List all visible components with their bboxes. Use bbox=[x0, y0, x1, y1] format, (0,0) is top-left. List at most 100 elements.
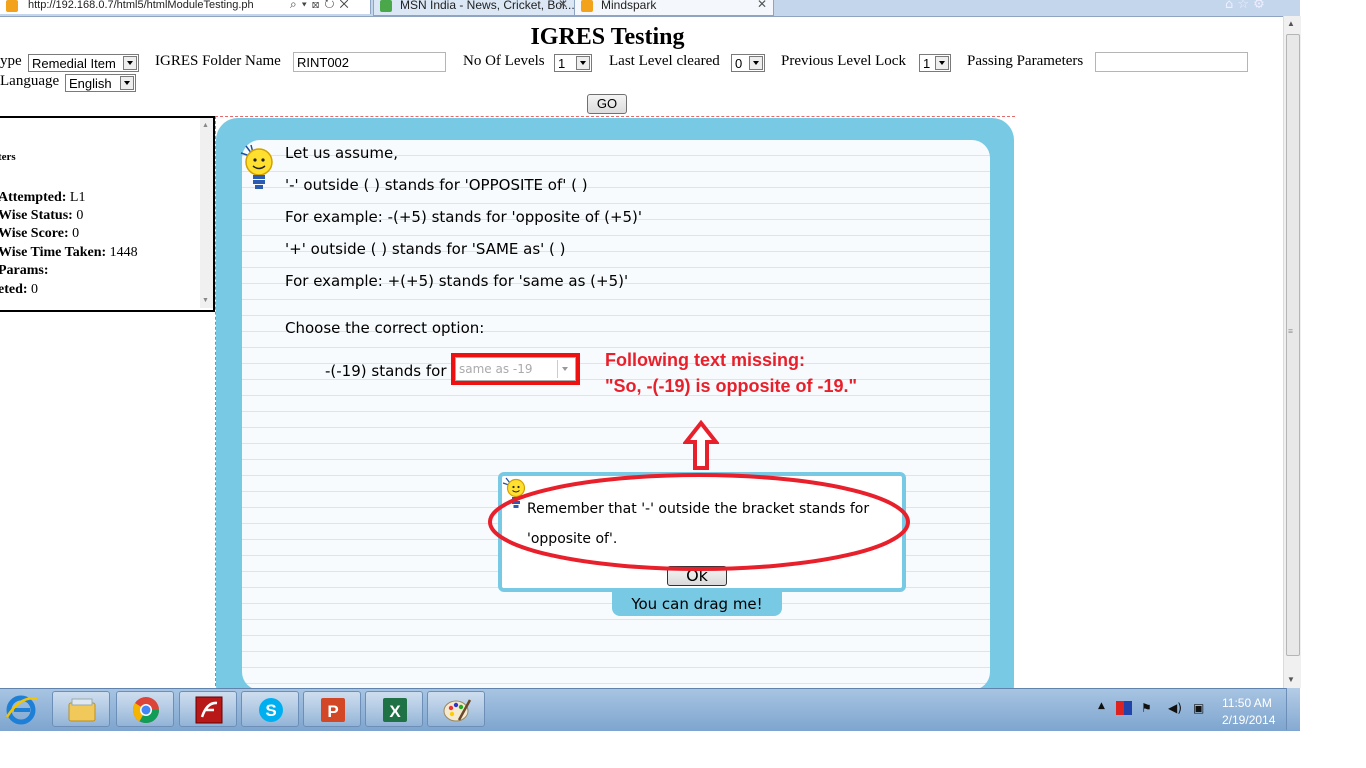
type-value: Remedial Item bbox=[32, 56, 116, 71]
mindspark-icon bbox=[581, 0, 593, 12]
language-value: English bbox=[69, 76, 112, 91]
scroll-down-icon[interactable]: ▼ bbox=[1287, 675, 1295, 684]
question-line: '+' outside ( ) stands for 'SAME as' ( ) bbox=[285, 240, 566, 258]
volume-icon[interactable]: ◀) bbox=[1168, 701, 1182, 715]
answer-dropdown[interactable]: same as -19 bbox=[455, 357, 576, 381]
prev-lock-label: Previous Level Lock bbox=[781, 53, 906, 69]
file-explorer-button[interactable] bbox=[52, 691, 110, 727]
folder-name-input[interactable]: RINT002 bbox=[293, 52, 446, 72]
powerpoint-icon: P bbox=[321, 698, 345, 722]
chevron-down-icon bbox=[123, 56, 137, 70]
chevron-down-icon bbox=[749, 56, 763, 70]
page-scrollbar[interactable]: ▲ ≡ ▼ bbox=[1283, 16, 1301, 688]
annotation-ellipse bbox=[488, 473, 910, 571]
chevron-down-icon bbox=[576, 56, 590, 70]
question-line: For example: +(+5) stands for 'same as (… bbox=[285, 272, 629, 290]
passing-params-input[interactable] bbox=[1095, 52, 1248, 72]
question-line: '-' outside ( ) stands for 'OPPOSITE of'… bbox=[285, 176, 588, 194]
panel-scrollbar[interactable]: ▲ ▼ bbox=[200, 118, 213, 308]
info-row-score: Wise Score: 0 bbox=[0, 226, 80, 241]
last-level-value: 0 bbox=[735, 56, 743, 71]
question-line: Let us assume, bbox=[285, 144, 398, 162]
close-icon[interactable]: ✕ bbox=[757, 0, 767, 11]
levels-label: No Of Levels bbox=[463, 53, 545, 69]
chevron-down-icon bbox=[120, 76, 134, 90]
type-label: ype bbox=[0, 53, 22, 69]
drag-handle[interactable]: You can drag me! bbox=[612, 592, 782, 616]
excel-button[interactable]: X bbox=[365, 691, 423, 727]
taskbar: S P X ▲ ⚑ ◀) ▣ bbox=[0, 688, 1300, 731]
address-controls-icon[interactable]: ⌕▾⊠↻✕ bbox=[290, 0, 354, 12]
levels-select[interactable]: 1 bbox=[554, 54, 592, 72]
language-label: Language bbox=[0, 73, 60, 89]
browser-chrome: http://192.168.0.7/html5/htmlModuleTesti… bbox=[0, 0, 1300, 17]
flash-button[interactable] bbox=[179, 691, 237, 727]
info-row-params: Params: bbox=[0, 263, 49, 278]
svg-text:S: S bbox=[265, 701, 276, 720]
clock-date[interactable]: 2/19/2014 bbox=[1222, 713, 1275, 727]
close-icon[interactable]: ✕ bbox=[558, 0, 568, 11]
tab-msn[interactable]: MSN India - News, Cricket, Bol... ✕ bbox=[373, 0, 575, 16]
answer-dropdown-highlight: same as -19 bbox=[451, 353, 580, 385]
chevron-down-icon bbox=[935, 56, 949, 70]
frame-border-top bbox=[215, 116, 1015, 117]
last-level-select[interactable]: 0 bbox=[731, 54, 765, 72]
show-desktop-button[interactable] bbox=[1286, 688, 1300, 730]
question-instruction: Choose the correct option: bbox=[285, 319, 485, 337]
browser-toolbar-icons[interactable]: ⌂ ☆ ⚙ bbox=[1225, 0, 1265, 12]
levels-value: 1 bbox=[558, 56, 566, 71]
type-select[interactable]: Remedial Item bbox=[28, 54, 139, 72]
skype-icon: S bbox=[259, 698, 283, 722]
go-button[interactable]: GO bbox=[587, 94, 627, 114]
scroll-up-icon[interactable]: ▲ bbox=[202, 121, 209, 129]
svg-text:P: P bbox=[327, 702, 338, 721]
paint-button[interactable] bbox=[427, 691, 485, 727]
folder-label: IGRES Folder Name bbox=[155, 53, 281, 69]
grip-icon: ≡ bbox=[1288, 326, 1294, 336]
chrome-icon bbox=[132, 697, 160, 724]
question-prompt: -(-19) stands for bbox=[325, 362, 447, 380]
info-row-attempted: Attempted: L1 bbox=[0, 190, 86, 205]
svg-text:X: X bbox=[389, 702, 401, 721]
prev-lock-value: 1 bbox=[923, 56, 931, 71]
tab-label: Mindspark bbox=[601, 0, 657, 12]
last-level-label: Last Level cleared bbox=[609, 53, 720, 69]
annotation-line: Following text missing: bbox=[605, 350, 806, 370]
network-icon[interactable]: ▣ bbox=[1193, 701, 1204, 715]
passing-label: Passing Parameters bbox=[967, 53, 1084, 69]
page-title: IGRES Testing bbox=[530, 24, 685, 50]
chevron-down-icon bbox=[557, 360, 573, 378]
question-line: For example: -(+5) stands for 'opposite … bbox=[285, 208, 643, 226]
info-panel: ters Attempted: L1 Wise Status: 0 Wise S… bbox=[0, 116, 215, 312]
scroll-up-icon[interactable]: ▲ bbox=[1287, 19, 1295, 28]
up-arrow-icon bbox=[683, 420, 719, 470]
address-bar[interactable]: http://192.168.0.7/html5/htmlModuleTesti… bbox=[0, 0, 371, 14]
lightbulb-icon bbox=[240, 144, 273, 189]
flash-player-icon bbox=[195, 696, 223, 724]
action-center-flag-icon[interactable]: ⚑ bbox=[1141, 701, 1152, 715]
prev-lock-select[interactable]: 1 bbox=[919, 54, 951, 72]
tab-label: MSN India - News, Cricket, Bol... bbox=[400, 0, 575, 12]
language-select[interactable]: English bbox=[65, 74, 136, 92]
site-favicon bbox=[6, 0, 18, 12]
tab-mindspark[interactable]: Mindspark ✕ bbox=[574, 0, 774, 16]
show-hidden-icons-icon[interactable]: ▲ bbox=[1098, 701, 1105, 711]
annotation-line: "So, -(-19) is opposite of -19." bbox=[605, 376, 858, 396]
info-row-time: Wise Time Taken: 1448 bbox=[0, 245, 138, 260]
info-heading: ters bbox=[0, 151, 16, 163]
scroll-thumb[interactable] bbox=[1286, 34, 1300, 656]
skype-button[interactable]: S bbox=[241, 691, 299, 727]
excel-icon: X bbox=[383, 698, 407, 722]
address-url: http://192.168.0.7/html5/htmlModuleTesti… bbox=[28, 0, 254, 11]
chrome-button[interactable] bbox=[116, 691, 174, 727]
msn-icon bbox=[380, 0, 392, 12]
powerpoint-button[interactable]: P bbox=[303, 691, 361, 727]
language-flag-icon[interactable] bbox=[1116, 701, 1132, 715]
paint-icon bbox=[443, 699, 472, 722]
info-row-status: Wise Status: 0 bbox=[0, 208, 84, 223]
answer-value: same as -19 bbox=[459, 362, 533, 376]
scroll-down-icon[interactable]: ▼ bbox=[202, 296, 209, 304]
folder-icon bbox=[68, 698, 96, 722]
clock-time[interactable]: 11:50 AM bbox=[1222, 696, 1272, 710]
internet-explorer-icon[interactable] bbox=[4, 693, 38, 727]
